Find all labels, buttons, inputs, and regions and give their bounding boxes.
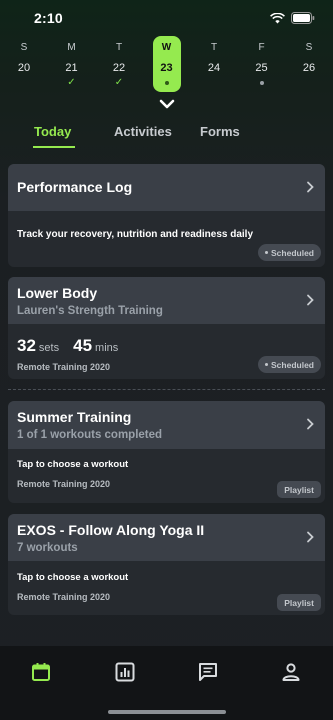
card-title: EXOS - Follow Along Yoga II <box>17 522 205 538</box>
day-sat[interactable]: S 26 <box>295 36 323 92</box>
tab-activities[interactable]: Activities <box>114 118 200 148</box>
card-footer-text: Remote Training 2020 <box>17 362 111 372</box>
calendar-icon <box>32 663 50 681</box>
week-strip: S 20 M 21 ✓ T 22 ✓ W 23 T 24 F 25 S 26 <box>0 36 333 92</box>
day-mark: ✓ <box>115 78 123 88</box>
day-letter: S <box>20 42 28 53</box>
chart-icon <box>115 662 135 682</box>
exos-yoga-card[interactable]: EXOS - Follow Along Yoga II 7 workouts T… <box>8 514 325 615</box>
tab-forms[interactable]: Forms <box>200 118 240 148</box>
sets-stat: 32 sets <box>17 336 59 356</box>
mins-unit: mins <box>95 342 119 354</box>
day-letter: T <box>210 42 218 53</box>
home-indicator <box>108 710 226 714</box>
day-thu[interactable]: T 24 <box>200 36 228 92</box>
day-number: 25 <box>255 62 268 74</box>
day-fri[interactable]: F 25 <box>248 36 276 92</box>
status-bar: 2:10 <box>0 0 333 36</box>
mins-value: 45 <box>73 336 93 355</box>
day-sun[interactable]: S 20 <box>10 36 38 92</box>
day-letter: T <box>115 42 123 53</box>
status-badge: Scheduled <box>258 244 321 261</box>
workout-stats: 32 sets 45 mins <box>17 336 118 356</box>
day-number: 20 <box>17 62 31 74</box>
playlist-badge: Playlist <box>277 481 321 498</box>
dot-icon <box>164 81 169 85</box>
day-number: 26 <box>302 62 316 74</box>
card-body-text: Tap to choose a workout <box>17 459 129 470</box>
dot-icon <box>259 81 264 85</box>
summer-training-card[interactable]: Summer Training 1 of 1 workouts complete… <box>8 401 325 503</box>
performance-log-card[interactable]: Performance Log Track your recovery, nut… <box>8 164 325 267</box>
day-mon[interactable]: M 21 ✓ <box>58 36 86 92</box>
day-mark: ✓ <box>67 78 75 88</box>
collapse-week-button[interactable] <box>156 96 178 112</box>
check-icon: ✓ <box>114 77 124 88</box>
card-subtitle: 1 of 1 workouts completed <box>17 429 163 441</box>
day-tue[interactable]: T 22 ✓ <box>105 36 133 92</box>
card-header: Performance Log <box>8 164 325 211</box>
sets-unit: sets <box>38 342 60 354</box>
nav-messages[interactable] <box>194 658 222 686</box>
status-icons <box>270 12 315 24</box>
sets-value: 32 <box>17 336 36 355</box>
day-number: 24 <box>207 62 221 74</box>
playlist-badge-label: Playlist <box>284 484 314 495</box>
chevron-down-icon <box>159 99 175 109</box>
card-body-text: Track your recovery, nutrition and readi… <box>17 229 254 240</box>
card-header: Lower Body Lauren's Strength Training <box>8 277 325 324</box>
dot-icon <box>265 251 269 254</box>
card-title: Lower Body <box>17 285 98 301</box>
card-header: EXOS - Follow Along Yoga II 7 workouts <box>8 514 325 561</box>
nav-profile[interactable] <box>277 658 305 686</box>
section-divider <box>8 389 325 390</box>
tab-active-indicator <box>33 146 75 148</box>
status-badge-label: Scheduled <box>271 247 314 258</box>
playlist-badge: Playlist <box>277 594 321 611</box>
card-subtitle: 7 workouts <box>17 542 78 554</box>
day-mark <box>164 78 169 88</box>
day-letter: W <box>161 42 172 53</box>
nav-calendar[interactable] <box>27 658 55 686</box>
day-letter: S <box>305 42 313 53</box>
mins-stat: 45 mins <box>73 336 118 356</box>
lower-body-card[interactable]: Lower Body Lauren's Strength Training 32… <box>8 277 325 379</box>
bottom-nav <box>0 646 333 720</box>
day-letter: M <box>67 42 76 53</box>
status-time: 2:10 <box>34 10 63 26</box>
nav-reports[interactable] <box>111 658 139 686</box>
card-subtitle: Lauren's Strength Training <box>17 305 163 317</box>
chevron-right-icon <box>307 294 314 306</box>
tab-today[interactable]: Today <box>34 118 114 148</box>
card-title: Performance Log <box>17 179 133 195</box>
day-number: 22 <box>112 62 126 74</box>
card-title: Summer Training <box>17 409 132 425</box>
card-footer-text: Remote Training 2020 <box>17 479 111 489</box>
chevron-right-icon <box>307 418 314 430</box>
battery-icon <box>291 12 315 24</box>
chevron-right-icon <box>307 181 314 193</box>
status-badge: Scheduled <box>258 356 321 373</box>
check-icon: ✓ <box>67 77 76 88</box>
chevron-right-icon <box>307 531 314 543</box>
day-number: 21 <box>65 62 78 74</box>
dot-icon <box>265 363 269 366</box>
playlist-badge-label: Playlist <box>284 597 314 608</box>
day-letter: F <box>258 42 265 53</box>
day-mark <box>259 78 264 88</box>
day-number: 23 <box>160 62 173 74</box>
status-badge-label: Scheduled <box>271 359 314 370</box>
card-body-text: Tap to choose a workout <box>17 572 129 583</box>
wifi-icon <box>270 12 285 23</box>
card-header: Summer Training 1 of 1 workouts complete… <box>8 401 325 449</box>
profile-icon <box>282 663 300 681</box>
card-footer-text: Remote Training 2020 <box>17 592 111 602</box>
day-wed-selected[interactable]: W 23 <box>152 36 181 92</box>
chat-icon <box>199 663 217 681</box>
